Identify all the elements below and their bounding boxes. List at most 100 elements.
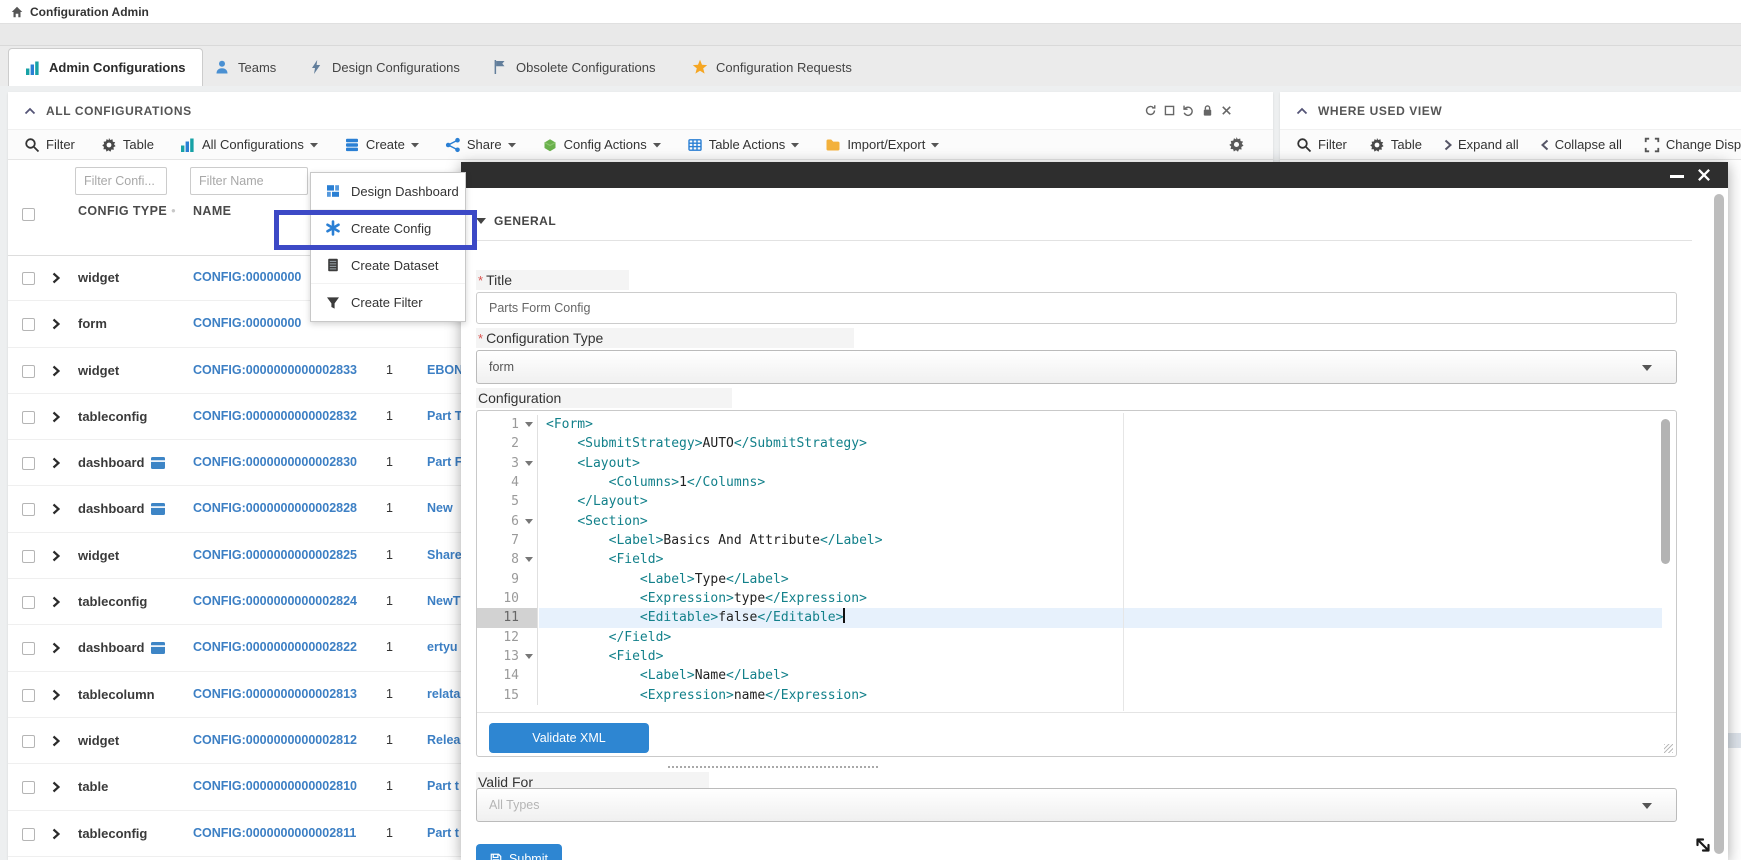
config-name-link[interactable]: CONFIG:0000000000002813: [193, 687, 357, 701]
row-expand-chevron-icon[interactable]: [52, 781, 60, 793]
fold-caret-icon[interactable]: [525, 557, 533, 562]
tab-configuration-requests[interactable]: Configuration Requests: [676, 48, 868, 86]
tab-teams[interactable]: Teams: [198, 48, 292, 86]
config-name-link[interactable]: CONFIG:0000000000002824: [193, 594, 357, 608]
config-label-link[interactable]: Part F: [427, 455, 462, 469]
row-expand-chevron-icon[interactable]: [52, 828, 60, 840]
config-label-link[interactable]: Part t: [427, 826, 459, 840]
config-label-link[interactable]: ertyu: [427, 640, 458, 654]
tab-admin-configurations[interactable]: Admin Configurations: [8, 48, 203, 86]
config-name-link[interactable]: CONFIG:0000000000002822: [193, 640, 357, 654]
fold-caret-icon[interactable]: [525, 422, 533, 427]
row-expand-chevron-icon[interactable]: [52, 272, 60, 284]
config-name-link[interactable]: CONFIG:0000000000002830: [193, 455, 357, 469]
title-input[interactable]: [476, 292, 1677, 324]
row-checkbox[interactable]: [22, 411, 35, 424]
row-checkbox[interactable]: [22, 828, 35, 841]
close-icon[interactable]: [1220, 104, 1233, 117]
resize-grip-icon[interactable]: [1664, 744, 1673, 753]
config-name-link[interactable]: CONFIG:00000000: [193, 270, 301, 284]
config-name-link[interactable]: CONFIG:0000000000002825: [193, 548, 357, 562]
validate-xml-button[interactable]: Validate XML: [489, 723, 649, 753]
config-label-link[interactable]: relata: [427, 687, 460, 701]
config-label-link[interactable]: Share: [427, 548, 462, 562]
toolbar-filter[interactable]: Filter: [1296, 137, 1347, 153]
tab-design-configurations[interactable]: Design Configurations: [292, 48, 476, 86]
row-expand-chevron-icon[interactable]: [52, 411, 60, 423]
config-name-link[interactable]: CONFIG:0000000000002811: [193, 826, 356, 840]
toolbar-table[interactable]: Table: [101, 137, 154, 153]
toolbar-expand-all[interactable]: Expand all: [1444, 137, 1519, 152]
config-label-link[interactable]: EBON: [427, 363, 463, 377]
config-label-link[interactable]: Part t: [427, 779, 459, 793]
close-icon[interactable]: [1696, 167, 1712, 183]
minimize-icon[interactable]: [1670, 175, 1684, 178]
row-expand-chevron-icon[interactable]: [52, 735, 60, 747]
row-expand-chevron-icon[interactable]: [52, 503, 60, 515]
config-label-link[interactable]: NewT: [427, 594, 460, 608]
lock-icon[interactable]: [1201, 104, 1214, 117]
row-expand-chevron-icon[interactable]: [52, 689, 60, 701]
row-checkbox[interactable]: [22, 318, 35, 331]
row-checkbox[interactable]: [22, 689, 35, 702]
toolbar-all-configurations[interactable]: All Configurations: [180, 137, 318, 153]
row-checkbox[interactable]: [22, 781, 35, 794]
config-label-link[interactable]: Part T: [427, 409, 462, 423]
fold-caret-icon[interactable]: [525, 519, 533, 524]
config-name-link[interactable]: CONFIG:0000000000002833: [193, 363, 357, 377]
column-header-config-type[interactable]: CONFIG TYPE ●: [78, 204, 176, 218]
settings-gear-icon[interactable]: [1228, 136, 1245, 153]
row-checkbox[interactable]: [22, 272, 35, 285]
select-all-checkbox[interactable]: [22, 208, 35, 221]
fold-caret-icon[interactable]: [525, 461, 533, 466]
row-expand-chevron-icon[interactable]: [52, 318, 60, 330]
undo-icon[interactable]: [1182, 104, 1195, 117]
config-name-link[interactable]: CONFIG:0000000000002810: [193, 779, 357, 793]
editor-scrollbar[interactable]: [1661, 419, 1670, 564]
configuration-type-select[interactable]: form: [476, 350, 1677, 384]
row-expand-chevron-icon[interactable]: [52, 550, 60, 562]
sort-indicator-icon[interactable]: ●: [171, 206, 176, 215]
row-checkbox[interactable]: [22, 503, 35, 516]
menu-item-design-dashboard[interactable]: Design Dashboard: [311, 173, 465, 210]
toolbar-collapse-all[interactable]: Collapse all: [1541, 137, 1622, 152]
filter-name-input[interactable]: [190, 167, 308, 195]
config-label-link[interactable]: Relea: [427, 733, 460, 747]
toolbar-share[interactable]: Share: [445, 137, 516, 153]
row-checkbox[interactable]: [22, 457, 35, 470]
row-checkbox[interactable]: [22, 596, 35, 609]
fold-caret-icon[interactable]: [525, 654, 533, 659]
drag-handle-dots[interactable]: [668, 766, 878, 768]
xml-code-editor[interactable]: 1<Form>2 <SubmitStrategy>AUTO</SubmitStr…: [477, 411, 1676, 713]
restore-icon[interactable]: [1163, 104, 1176, 117]
general-section-toggle[interactable]: GENERAL: [476, 214, 556, 228]
menu-item-create-dataset[interactable]: Create Dataset: [311, 247, 465, 284]
row-expand-chevron-icon[interactable]: [52, 596, 60, 608]
filter-config-type-input[interactable]: [75, 167, 167, 195]
menu-item-create-config[interactable]: Create Config: [311, 210, 465, 247]
toolbar-import-export[interactable]: Import/Export: [825, 137, 939, 153]
refresh-icon[interactable]: [1144, 104, 1157, 117]
row-expand-chevron-icon[interactable]: [52, 642, 60, 654]
config-name-link[interactable]: CONFIG:0000000000002828: [193, 501, 357, 515]
toolbar-filter[interactable]: Filter: [24, 137, 75, 153]
toolbar-table-actions[interactable]: Table Actions: [687, 137, 800, 153]
config-name-link[interactable]: CONFIG:0000000000002832: [193, 409, 357, 423]
toolbar-config-actions[interactable]: Config Actions: [542, 137, 661, 153]
config-name-link[interactable]: CONFIG:00000000: [193, 316, 301, 330]
row-checkbox[interactable]: [22, 642, 35, 655]
valid-for-select[interactable]: All Types: [476, 788, 1677, 822]
row-expand-chevron-icon[interactable]: [52, 457, 60, 469]
config-name-link[interactable]: CONFIG:0000000000002812: [193, 733, 357, 747]
chevron-up-icon[interactable]: [24, 107, 36, 115]
toolbar-create[interactable]: Create: [344, 137, 419, 153]
toolbar-change-display-d[interactable]: Change Display D: [1644, 137, 1741, 153]
tab-obsolete-configurations[interactable]: Obsolete Configurations: [476, 48, 671, 86]
row-checkbox[interactable]: [22, 550, 35, 563]
chevron-up-icon[interactable]: [1296, 107, 1308, 115]
row-expand-chevron-icon[interactable]: [52, 365, 60, 377]
modal-scrollbar[interactable]: [1714, 194, 1724, 854]
column-header-name[interactable]: NAME: [193, 204, 231, 218]
row-checkbox[interactable]: [22, 365, 35, 378]
config-label-link[interactable]: New: [427, 501, 453, 515]
